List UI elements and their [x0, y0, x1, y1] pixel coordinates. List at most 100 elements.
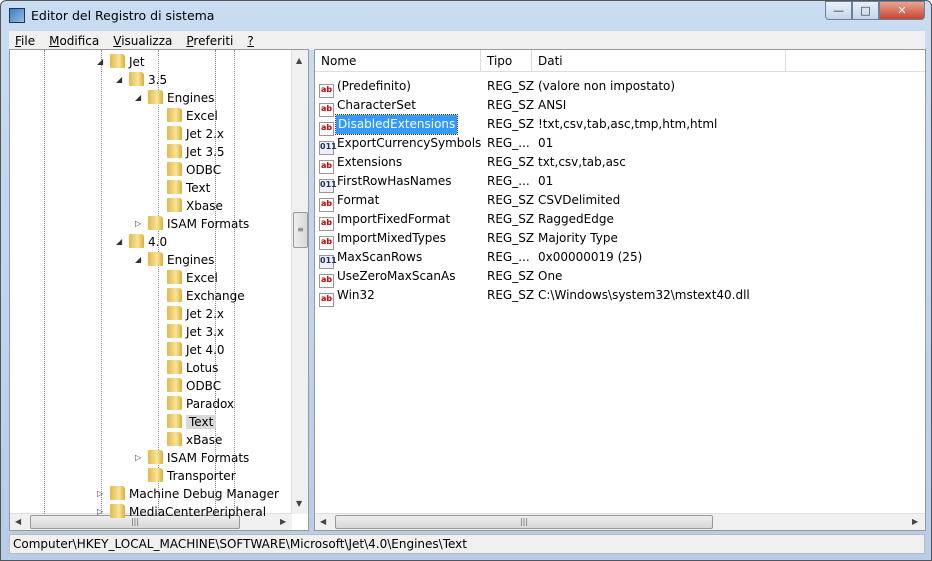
menu-item[interactable]: Visualizza	[107, 34, 178, 48]
registry-value-row[interactable]: 011 MaxScanRows REG_... 0x00000019 (25)	[319, 248, 919, 269]
menu-item[interactable]: Modifica	[43, 34, 105, 48]
folder-icon	[110, 504, 125, 518]
tree-node[interactable]: Jet 3.x	[167, 323, 224, 341]
collapse-arrow-icon[interactable]: ◢	[97, 53, 103, 71]
list-horizontal-scrollbar[interactable]: ◀ ||| ▶	[315, 513, 925, 530]
menu-accelerator: M	[49, 33, 60, 48]
value-name: Format	[337, 193, 380, 207]
registry-value-row[interactable]: 011 ExportCurrencySymbols REG_... 01	[319, 134, 919, 155]
value-data: RaggedEdge	[538, 212, 614, 226]
scroll-left-icon[interactable]: ◀	[15, 517, 21, 526]
tree-node[interactable]: Text	[167, 179, 210, 197]
column-header-type[interactable]: Tipo	[487, 54, 512, 68]
tree-node-label: Jet 3.5	[186, 145, 225, 159]
tree-node-label: Transporter	[167, 469, 236, 483]
scroll-right-icon[interactable]: ▶	[280, 517, 286, 526]
folder-icon	[110, 486, 125, 500]
tree-node[interactable]: ▷ Machine Debug Manager	[97, 485, 279, 503]
tree-node[interactable]: Jet 2.x	[167, 125, 224, 143]
column-header-name[interactable]: Nome	[321, 54, 356, 68]
scroll-left-icon[interactable]: ◀	[320, 517, 326, 526]
minimize-button[interactable]: —	[825, 1, 852, 20]
tree-node[interactable]: Excel	[167, 107, 218, 125]
registry-value-row[interactable]: ab Win32 REG_SZ C:\Windows\system32\mstext4…	[319, 286, 919, 307]
value-type: REG_SZ	[487, 288, 535, 302]
menu-item[interactable]: Preferiti	[180, 34, 239, 48]
folder-icon	[167, 306, 182, 320]
collapse-arrow-icon[interactable]: ◢	[116, 71, 122, 89]
registry-value-row[interactable]: ab DisabledExtensions REG_SZ !txt,csv,tab,a…	[319, 114, 919, 136]
registry-value-row[interactable]: ab (Predefinito) REG_SZ (valore non imposta…	[319, 77, 919, 98]
maximize-button[interactable]: □	[852, 1, 879, 20]
menu-item[interactable]: File	[9, 34, 41, 48]
tree-node[interactable]: Lotus	[167, 359, 218, 377]
expand-arrow-icon[interactable]: ▷	[135, 215, 141, 233]
value-type: REG_SZ	[487, 79, 535, 93]
tree-node[interactable]: ODBC	[167, 161, 221, 179]
tree-node-label: Excel	[186, 109, 218, 123]
collapse-arrow-icon[interactable]: ◢	[135, 251, 141, 269]
tree-node[interactable]: Paradox	[167, 395, 234, 413]
tree-node[interactable]: ◢ 3.5	[116, 71, 167, 89]
tree-node[interactable]: xBase	[167, 431, 222, 449]
tree-node[interactable]: Jet 2.x	[167, 305, 224, 323]
tree-node[interactable]: ▷ ISAM Formats	[135, 449, 249, 467]
registry-value-row[interactable]: ab Format REG_SZ CSVDelimited	[319, 191, 919, 212]
menu-item[interactable]: ?	[241, 34, 259, 48]
expand-arrow-icon[interactable]: ▷	[97, 503, 103, 521]
close-button[interactable]: ✕	[879, 1, 925, 20]
tree-node[interactable]: Exchange	[167, 287, 245, 305]
tree-vscroll-thumb[interactable]: ≡	[293, 212, 308, 248]
value-name: MaxScanRows	[337, 250, 423, 264]
value-data: CSVDelimited	[538, 193, 621, 207]
registry-value-row[interactable]: ab ImportMixedTypes REG_SZ Majority Type	[319, 229, 919, 250]
scroll-up-icon[interactable]: ▲	[296, 56, 302, 65]
registry-value-row[interactable]: ab CharacterSet REG_SZ ANSI	[319, 96, 919, 117]
value-type: REG_...	[487, 250, 530, 264]
tree-node[interactable]: Jet 4.0	[167, 341, 225, 359]
tree-node-label: Paradox	[186, 397, 235, 411]
collapse-arrow-icon[interactable]: ◢	[116, 233, 122, 251]
menu-accelerator: ?	[247, 33, 254, 48]
values-list[interactable]: Nome Tipo Dati ◀ ||| ▶ ab (Predefinito) RE…	[314, 49, 926, 531]
tree-node[interactable]: ODBC	[167, 377, 221, 395]
tree-node[interactable]: Jet 3.5	[167, 143, 225, 161]
window-title: Editor del Registro di sistema	[31, 8, 215, 23]
value-type: REG_...	[487, 136, 530, 150]
registry-value-row[interactable]: ab ImportFixedFormat REG_SZ RaggedEdge	[319, 210, 919, 231]
folder-icon	[167, 342, 182, 356]
collapse-arrow-icon[interactable]: ◢	[135, 89, 141, 107]
value-name: CharacterSet	[337, 98, 416, 112]
tree-node-label: Jet 2.x	[186, 307, 224, 321]
tree-node[interactable]: Transporter	[148, 467, 236, 485]
expand-arrow-icon[interactable]: ▷	[97, 485, 103, 503]
tree-node[interactable]: ◢ Engines	[135, 89, 214, 107]
tree-node-label: Jet	[129, 55, 145, 69]
registry-value-row[interactable]: ab UseZeroMaxScanAs REG_SZ One	[319, 267, 919, 288]
tree-node[interactable]: ◢ Engines	[135, 251, 214, 269]
tree-node[interactable]: ▷ MediaCenterPeripheral	[97, 503, 266, 521]
scroll-right-icon[interactable]: ▶	[912, 517, 918, 526]
value-type: REG_SZ	[487, 212, 535, 226]
tree-node[interactable]: ▷ ISAM Formats	[135, 215, 249, 233]
tree-node[interactable]: ◢ 4.0	[116, 233, 167, 251]
tree-node[interactable]: Xbase	[167, 197, 223, 215]
expand-arrow-icon[interactable]: ▷	[135, 449, 141, 467]
tree-node[interactable]: Excel	[167, 269, 218, 287]
list-hscroll-thumb[interactable]: |||	[335, 515, 713, 529]
registry-value-row[interactable]: ab Extensions REG_SZ txt,csv,tab,asc	[319, 153, 919, 174]
tree-guide-line	[101, 50, 102, 514]
value-name: FirstRowHasNames	[337, 174, 452, 188]
column-header-data[interactable]: Dati	[538, 54, 563, 68]
tree-node[interactable]: ◢ Jet	[97, 53, 145, 71]
folder-icon	[167, 270, 182, 284]
tree-node-label: Excel	[186, 271, 218, 285]
registry-value-row[interactable]: 011 FirstRowHasNames REG_... 01	[319, 172, 919, 193]
tree-node[interactable]: Text	[167, 413, 217, 431]
tree-node-label: Text	[186, 415, 217, 429]
tree-guide-line	[44, 50, 45, 514]
tree-vertical-scrollbar[interactable]: ▲ ≡ ▼	[291, 50, 308, 514]
tree-node-label: Jet 3.x	[186, 325, 224, 339]
registry-tree[interactable]: ▲ ≡ ▼ ◀ ||| ▶ ◢ Jet ◢ 3.5 ◢ Engines Excel Jet 2…	[9, 49, 309, 531]
scroll-down-icon[interactable]: ▼	[296, 499, 302, 508]
